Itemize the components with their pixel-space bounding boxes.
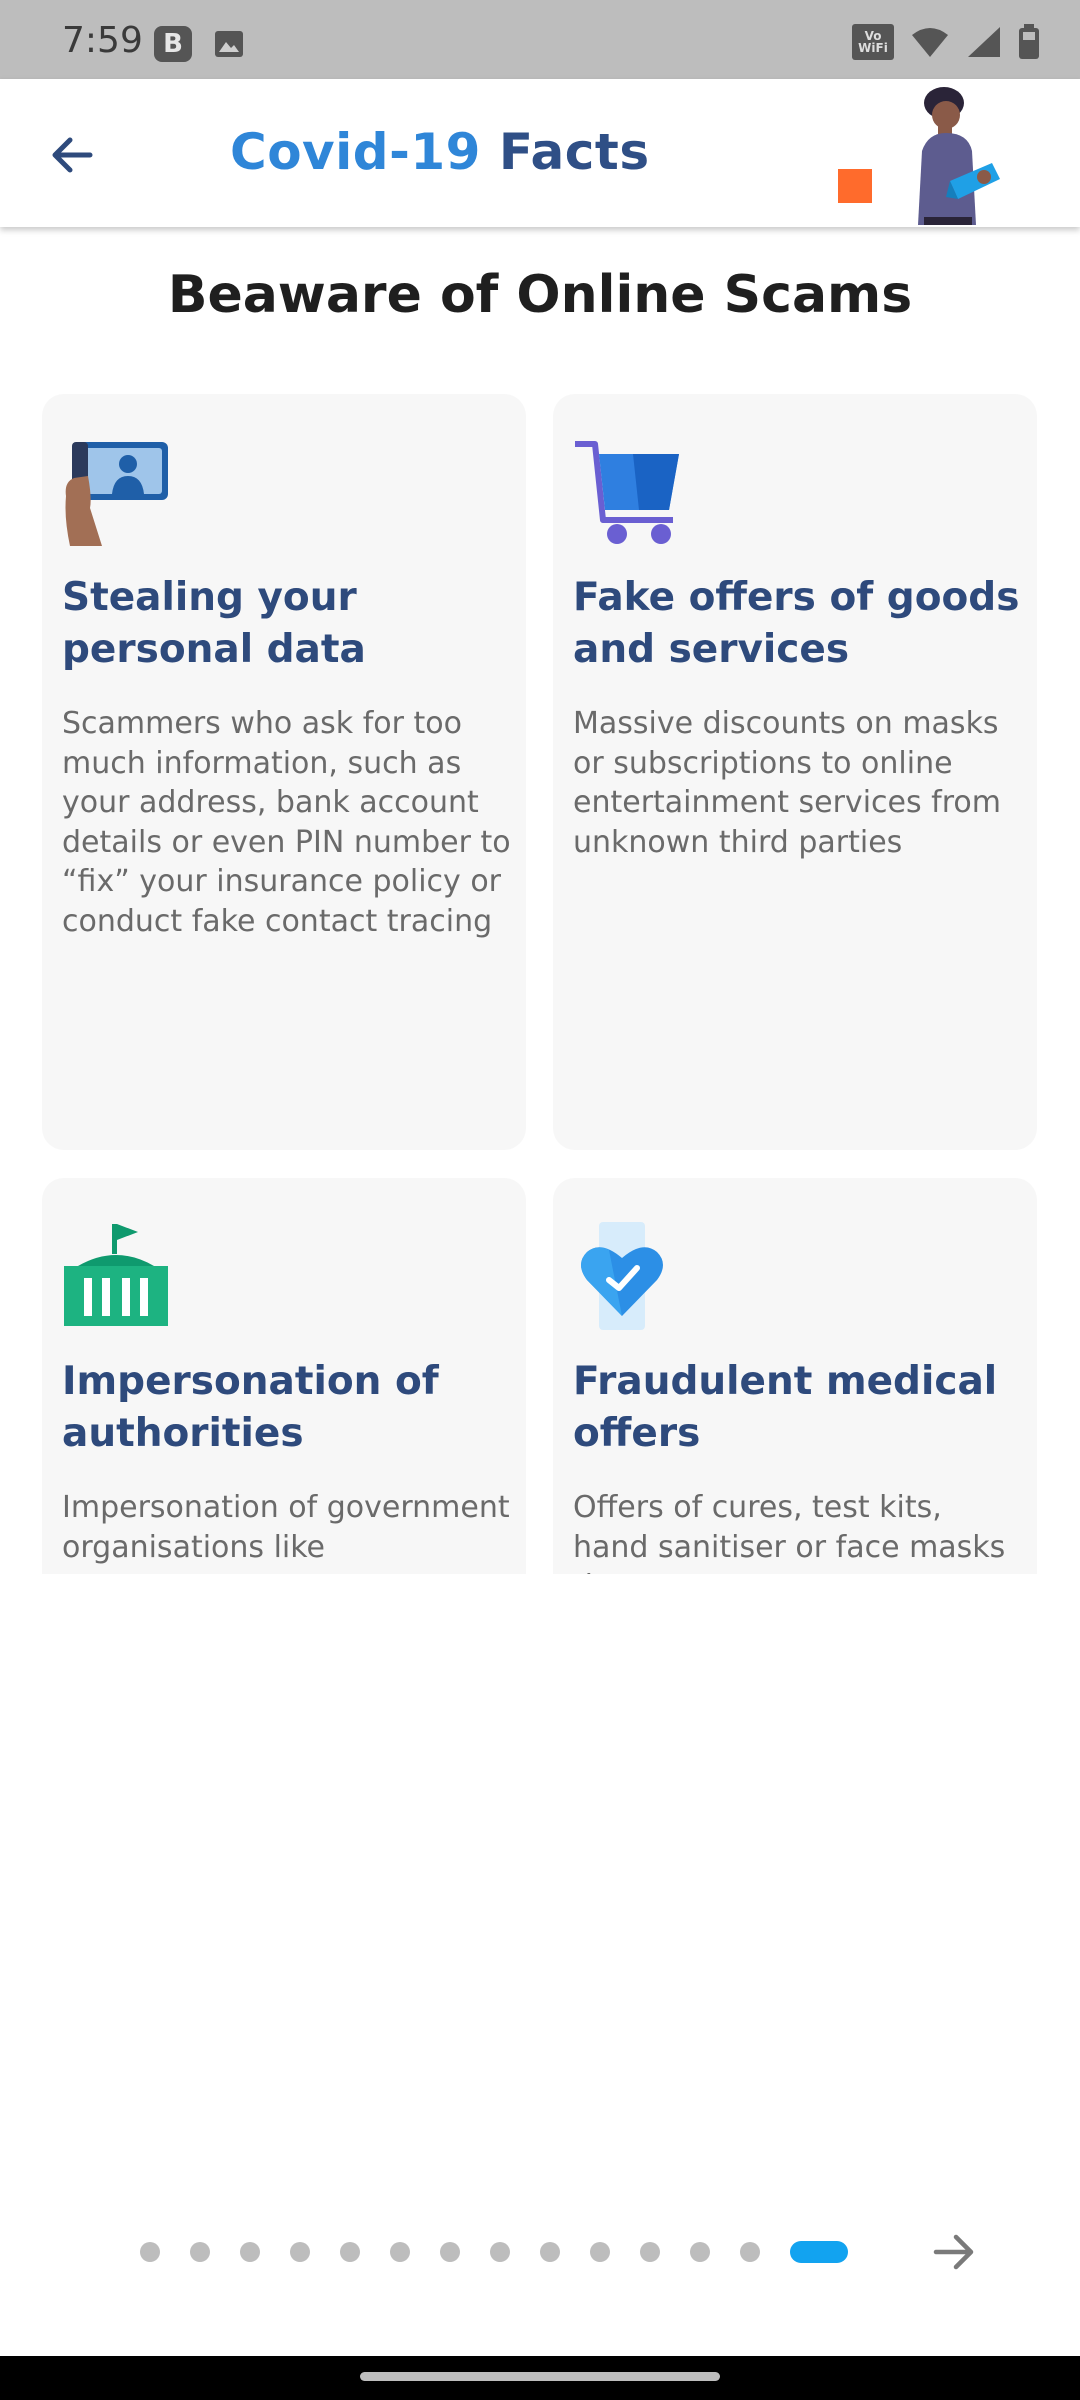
page-dot[interactable] xyxy=(340,2242,360,2262)
status-bar: 7:59 B Vo WiFi xyxy=(0,0,1080,79)
back-arrow-icon xyxy=(52,137,93,173)
card-description: Impersonation of government organisation… xyxy=(62,1490,510,1565)
page-dot-active[interactable] xyxy=(790,2241,848,2263)
cards-grid: Stealing your personal data Scammers who… xyxy=(0,392,1080,1574)
image-icon xyxy=(215,31,243,57)
app-bar: Covid-19 Facts xyxy=(0,79,1080,227)
page-indicator xyxy=(140,2240,878,2264)
vowifi-icon: Vo WiFi xyxy=(852,24,894,60)
back-button[interactable] xyxy=(40,123,104,187)
arrow-right-icon xyxy=(933,2234,974,2270)
page-dot[interactable] xyxy=(690,2242,710,2262)
system-nav-bar xyxy=(0,2356,1080,2400)
card-personal-data: Stealing your personal data Scammers who… xyxy=(42,394,526,1150)
decorative-square xyxy=(838,169,872,203)
card-title: Stealing your personal data xyxy=(62,575,366,672)
page-dot[interactable] xyxy=(390,2242,410,2262)
page-dot[interactable] xyxy=(490,2242,510,2262)
card-description: Offers of cures, test kits, hand sanitis… xyxy=(573,1490,1006,1574)
battery-icon xyxy=(1019,24,1039,59)
app-title-facts: Facts xyxy=(498,123,650,181)
heart-check-icon xyxy=(581,1222,663,1330)
government-building-icon xyxy=(64,1224,168,1326)
page-dot[interactable] xyxy=(240,2242,260,2262)
page-title: Beaware of Online Scams xyxy=(167,265,913,325)
card-fraudulent-medical: Fraudulent medical offers Offers of cure… xyxy=(553,1178,1037,1574)
signal-icon xyxy=(968,27,1000,57)
page-dot[interactable] xyxy=(440,2242,460,2262)
card-description: Massive discounts on masks or subscripti… xyxy=(573,706,1001,860)
card-description: Scammers who ask for too much informatio… xyxy=(62,706,511,939)
page-dot[interactable] xyxy=(590,2242,610,2262)
card-title: Impersonation of authorities xyxy=(62,1359,439,1456)
next-button[interactable] xyxy=(922,2220,986,2284)
page-dot[interactable] xyxy=(740,2242,760,2262)
status-time: 7:59 xyxy=(62,20,143,61)
card-title: Fake offers of goods and services xyxy=(573,575,1020,672)
page-dot[interactable] xyxy=(640,2242,660,2262)
page-dot[interactable] xyxy=(290,2242,310,2262)
b-app-icon: B xyxy=(154,26,192,62)
home-gesture-bar[interactable] xyxy=(360,2372,720,2381)
phone-contact-icon xyxy=(65,442,168,546)
card-impersonation: Impersonation of authorities Impersonati… xyxy=(42,1178,526,1574)
person-reading-illustration xyxy=(918,87,1000,225)
card-fake-offers: Fake offers of goods and services Massiv… xyxy=(553,394,1037,1150)
wifi-icon xyxy=(912,28,948,57)
page-dot[interactable] xyxy=(190,2242,210,2262)
app-title-covid: Covid-19 xyxy=(230,123,481,181)
app-title: Covid-19 Facts xyxy=(230,123,650,181)
shopping-cart-icon xyxy=(575,441,679,544)
page-dot[interactable] xyxy=(140,2242,160,2262)
page-dot[interactable] xyxy=(540,2242,560,2262)
card-title: Fraudulent medical offers xyxy=(573,1359,998,1456)
